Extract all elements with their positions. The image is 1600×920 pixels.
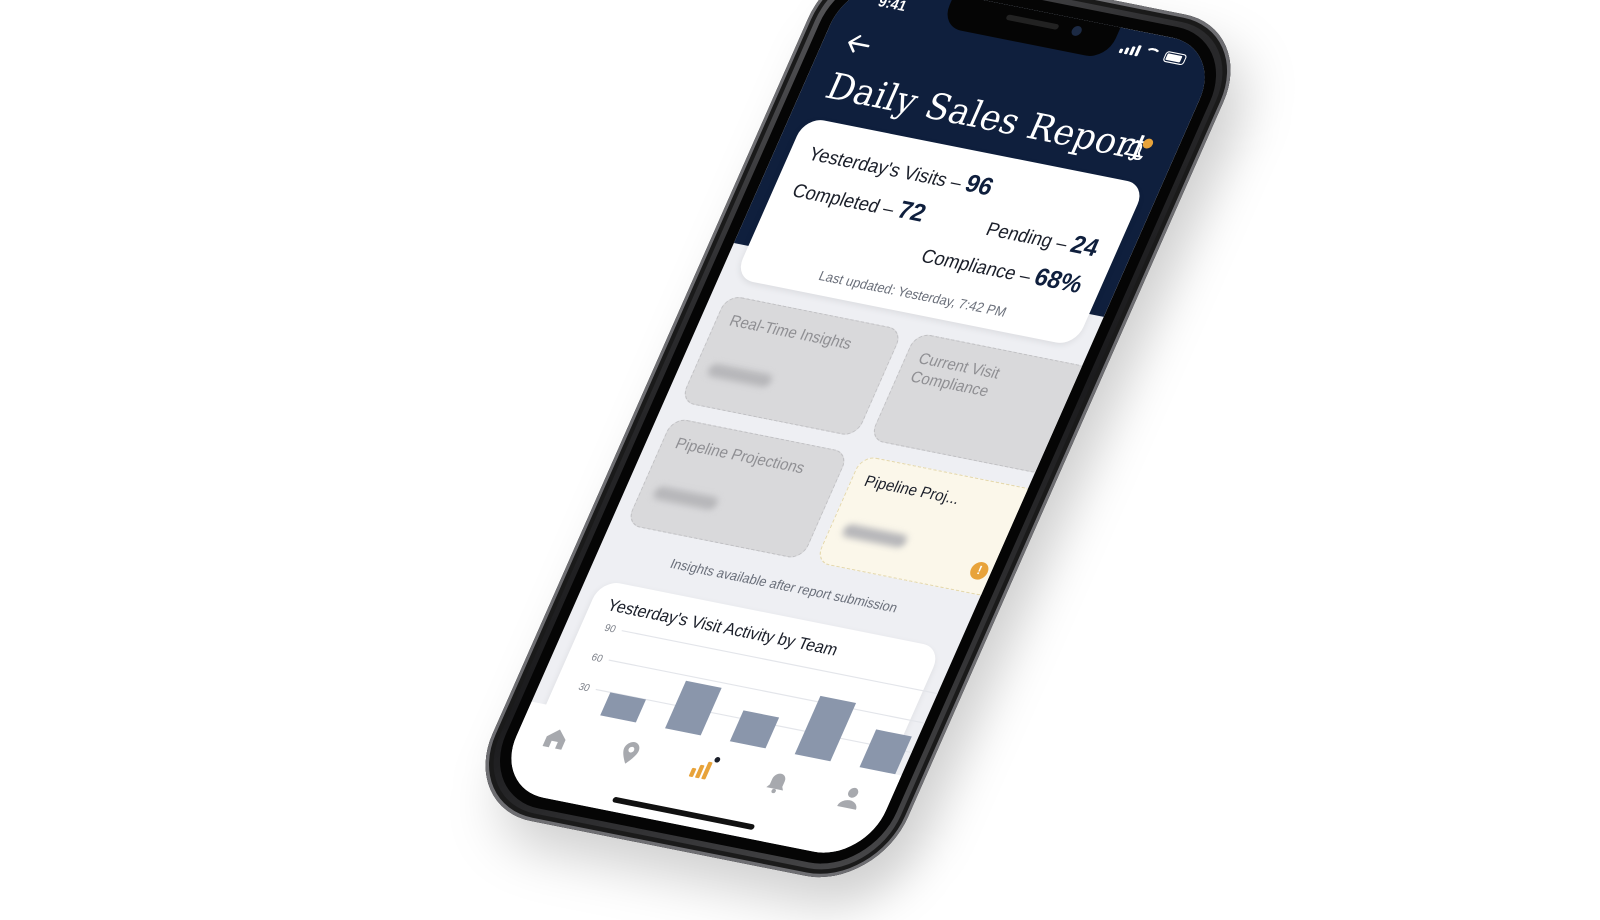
profile-icon[interactable]: [832, 780, 871, 813]
analytics-icon[interactable]: [684, 751, 723, 784]
speaker-grille: [1005, 14, 1060, 30]
y-tick-label: 90: [602, 623, 617, 636]
tile-label: Pipeline Projections: [672, 433, 809, 477]
y-tick-label: 30: [576, 682, 591, 695]
visits-value: 96: [960, 168, 999, 201]
completed-value: 72: [893, 195, 931, 228]
compliance-label: Compliance –: [917, 245, 1035, 288]
gridline: [608, 659, 934, 726]
pending-label: Pending –: [982, 218, 1072, 255]
location-pin-icon[interactable]: [610, 736, 649, 769]
pending-value: 24: [1066, 229, 1104, 262]
compliance-value: 68%: [1029, 262, 1088, 299]
tile-pipeline-projections[interactable]: Pipeline Projections: [625, 417, 850, 561]
y-tick-label: 60: [589, 652, 604, 665]
phone-screen: 9:41 Daily Sales Report Yesterday's Visi…: [493, 0, 1223, 862]
phone-device: 9:41 Daily Sales Report Yesterday's Visi…: [460, 0, 1256, 890]
tile-label: Real-Time Insights: [726, 311, 856, 353]
tile-blurred-value: [840, 523, 909, 549]
tile-blurred-value: [651, 485, 720, 511]
bell-icon[interactable]: [758, 766, 797, 799]
tile-real-time-insights[interactable]: Real-Time Insights: [679, 294, 904, 438]
front-camera: [1069, 25, 1084, 37]
tile-label: Current Visit Compliance: [907, 348, 1004, 400]
completed-label: Completed –: [788, 179, 899, 221]
warning-icon: !: [967, 560, 992, 582]
tile-blurred-value: [705, 362, 774, 389]
tile-label: Pipeline Proj...: [861, 471, 964, 508]
home-icon[interactable]: [536, 721, 575, 754]
